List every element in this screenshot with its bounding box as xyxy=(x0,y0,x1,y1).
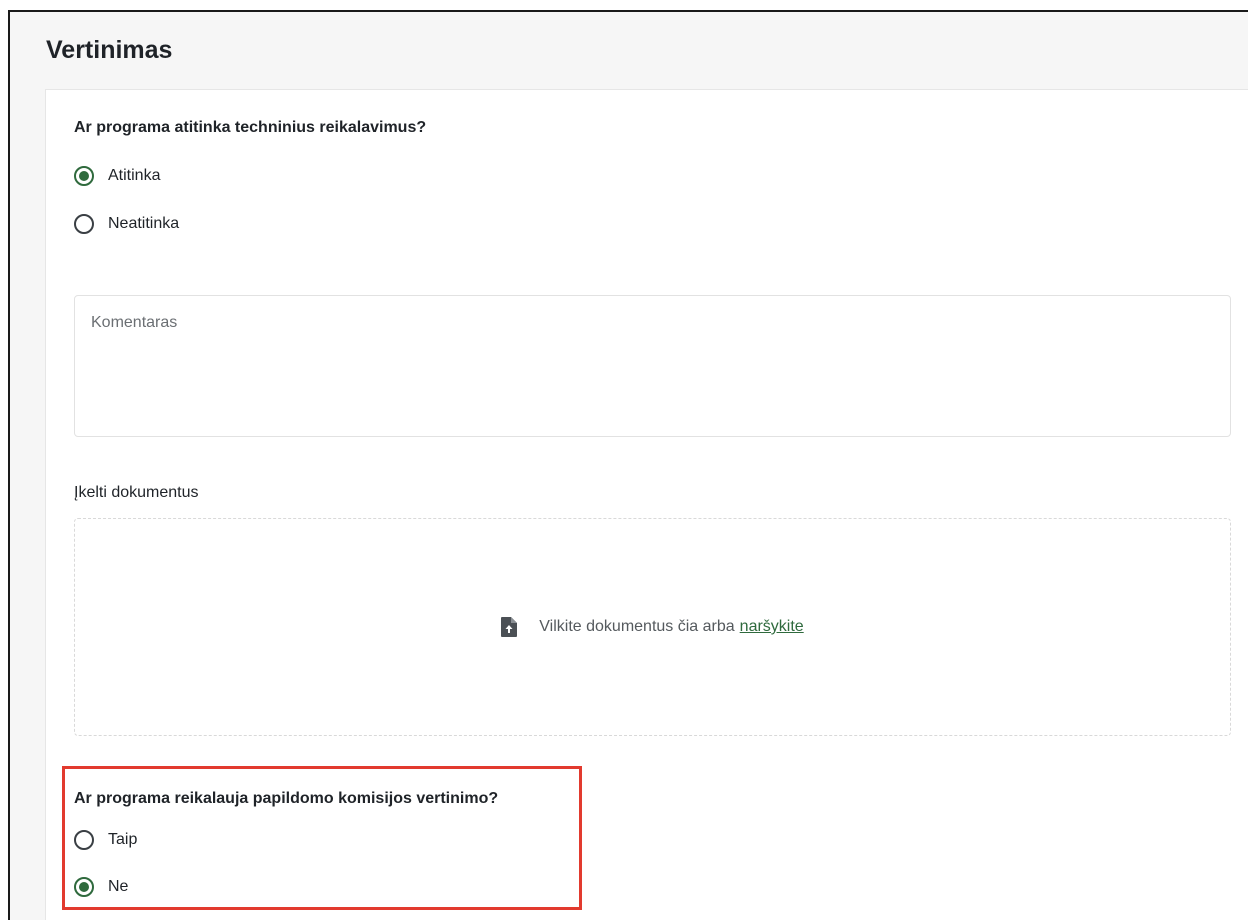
file-upload-icon xyxy=(501,617,518,637)
radio-button[interactable] xyxy=(74,830,94,850)
radio-label: Atitinka xyxy=(108,167,161,184)
radio-label: Ne xyxy=(108,878,129,895)
dropzone-content: Vilkite dokumentus čia arba naršykite xyxy=(501,617,804,637)
question-technical-requirements: Ar programa atitinka techninius reikalav… xyxy=(74,119,427,136)
upload-label: Įkelti dokumentus xyxy=(74,484,199,501)
radio-button[interactable] xyxy=(74,214,94,234)
browse-link[interactable]: naršykite xyxy=(740,618,804,636)
radio-option-atitinka[interactable]: Atitinka xyxy=(74,165,160,187)
radio-option-neatitinka[interactable]: Neatitinka xyxy=(74,213,179,235)
comment-placeholder: Komentaras xyxy=(91,314,178,331)
question-additional-evaluation: Ar programa reikalauja papildomo komisij… xyxy=(74,790,499,807)
radio-option-taip[interactable]: Taip xyxy=(74,829,137,851)
dropzone-hint: Vilkite dokumentus čia arba xyxy=(539,618,735,635)
radio-button-checked[interactable] xyxy=(74,877,94,897)
radio-label: Neatitinka xyxy=(108,215,180,232)
file-dropzone[interactable]: Vilkite dokumentus čia arba naršykite xyxy=(74,518,1231,736)
radio-label: Taip xyxy=(108,831,138,848)
radio-button-checked[interactable] xyxy=(74,166,94,186)
radio-option-ne[interactable]: Ne xyxy=(74,876,128,898)
comment-textarea[interactable]: Komentaras xyxy=(74,295,1231,437)
page-title: Vertinimas xyxy=(46,36,173,64)
